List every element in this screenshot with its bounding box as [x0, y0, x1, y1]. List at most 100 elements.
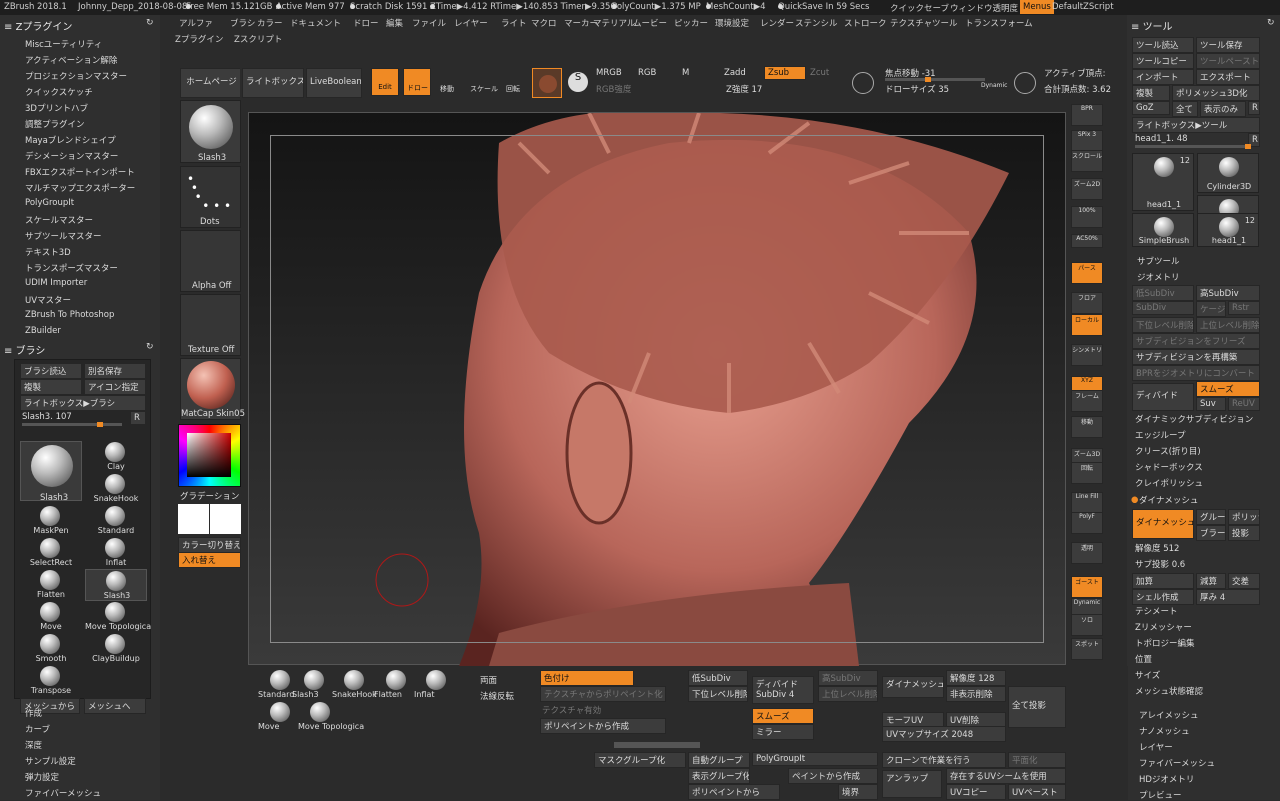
- texture-to-polypaint-button[interactable]: テクスチャからポリペイント化: [540, 686, 666, 702]
- brush-icon-button[interactable]: アイコン指定: [84, 379, 146, 395]
- zsub-button[interactable]: Zsub: [764, 66, 806, 80]
- current-brush-thumb[interactable]: [20, 441, 82, 501]
- brush-lightbox-button[interactable]: ライトボックス▶ブラシ: [20, 395, 146, 411]
- smooth-button-b[interactable]: スムーズ: [752, 708, 814, 724]
- bottom-brush[interactable]: Slash3: [292, 670, 336, 700]
- tool-load-button[interactable]: ツール読込: [1132, 37, 1194, 53]
- refresh-icon[interactable]: ↻: [146, 18, 154, 28]
- unwrap-button[interactable]: アンラップ: [882, 770, 942, 798]
- reconstruct-subdiv-button[interactable]: サブディビジョンを再構築: [1132, 349, 1260, 365]
- tool-save-button[interactable]: ツール保存: [1196, 37, 1260, 53]
- divide-button[interactable]: ディバイド: [1132, 383, 1194, 411]
- menu-item[interactable]: 編集: [386, 17, 403, 29]
- secondary-color-swatch[interactable]: [210, 504, 241, 534]
- rgb-button[interactable]: RGB: [638, 68, 656, 78]
- uv-copy-button[interactable]: UVコピー: [946, 784, 1006, 800]
- tool-slider[interactable]: [1135, 144, 1251, 149]
- higher-subdiv-button[interactable]: 高SubDiv: [1196, 285, 1260, 301]
- left-section-item[interactable]: ファイバーメッシュ: [25, 787, 101, 799]
- brush-load-button[interactable]: ブラシ読込: [20, 363, 82, 379]
- zplugin-item[interactable]: 調整プラグイン: [25, 118, 85, 130]
- refresh-icon[interactable]: ↻: [146, 342, 154, 352]
- geometry-item[interactable]: クリース(折り目): [1135, 445, 1201, 457]
- mrgb-button[interactable]: MRGB: [596, 68, 622, 78]
- export-button[interactable]: エクスポート: [1196, 69, 1260, 85]
- subproject-slider[interactable]: サブ投影 0.6: [1135, 558, 1185, 570]
- rgb-intensity[interactable]: RGB強度: [596, 83, 631, 95]
- higher-subdiv-button-b[interactable]: 高SubDiv: [818, 670, 878, 686]
- quicksave-button[interactable]: クイックセーブ: [890, 2, 949, 14]
- tool-section-item[interactable]: ファイバーメッシュ: [1139, 757, 1215, 769]
- z-intensity[interactable]: Z強度 17: [726, 83, 762, 95]
- resolution-slider[interactable]: 解像度 512: [1135, 542, 1179, 554]
- r-button[interactable]: R: [1248, 101, 1260, 115]
- liveboolean-button[interactable]: LiveBoolean: [306, 68, 362, 98]
- menu-item[interactable]: ファイル: [412, 17, 446, 29]
- from-polypaint-button[interactable]: ポリペイントから: [688, 784, 780, 800]
- right-shelf-button[interactable]: 透明: [1071, 542, 1103, 564]
- left-section-item[interactable]: 作成: [25, 707, 42, 719]
- delete-higher-button-b[interactable]: 上位レベル削除: [818, 686, 878, 702]
- menu-item[interactable]: レイヤー: [454, 17, 488, 29]
- left-section-item[interactable]: 弾力設定: [25, 771, 59, 783]
- brush-item[interactable]: SelectRect: [20, 537, 82, 569]
- tool-title[interactable]: ≡ ツール: [1131, 18, 1173, 33]
- menu-zscript[interactable]: Zスクリプト: [234, 35, 282, 45]
- project-all-button[interactable]: 全て投影: [1008, 686, 1066, 728]
- import-button[interactable]: インポート: [1132, 69, 1194, 85]
- edit-button[interactable]: Edit: [371, 68, 399, 96]
- right-shelf-button[interactable]: Line Fill: [1071, 492, 1103, 514]
- from-paint-button[interactable]: ペイントから作成: [788, 768, 878, 784]
- tool-section-item[interactable]: アレイメッシュ: [1139, 709, 1199, 721]
- subtract-button[interactable]: 減算: [1196, 573, 1226, 589]
- dynamesh-button-b[interactable]: ダイナメッシュ: [882, 676, 944, 698]
- menu-item[interactable]: ドロー: [353, 17, 379, 29]
- menu-item[interactable]: ブラシ: [230, 17, 255, 29]
- polish-button[interactable]: ポリッシュ: [1228, 509, 1260, 525]
- brush-item[interactable]: Flatten: [20, 569, 82, 601]
- right-shelf-button[interactable]: パース: [1071, 262, 1103, 284]
- draw-size[interactable]: ドローサイズ 35: [885, 83, 949, 95]
- color-picker[interactable]: [178, 424, 241, 487]
- bottom-brush[interactable]: Move Topologica: [298, 702, 364, 732]
- reuv-button[interactable]: ReUV: [1228, 397, 1260, 411]
- delete-lower-button[interactable]: 下位レベル削除: [1132, 317, 1194, 333]
- menus-button[interactable]: Menus: [1020, 0, 1054, 14]
- left-section-item[interactable]: サンプル設定: [25, 755, 76, 767]
- right-shelf-button[interactable]: BPR: [1071, 104, 1103, 126]
- tool-slider-label[interactable]: head1_1. 48: [1135, 134, 1188, 144]
- lower-subdiv-button-b[interactable]: 低SubDiv: [688, 670, 748, 686]
- zplugin-item[interactable]: デシメーションマスター: [25, 150, 118, 162]
- zplugin-item[interactable]: 3Dプリントハブ: [25, 102, 88, 114]
- tool-thumb[interactable]: SimpleBrush: [1132, 213, 1194, 247]
- menu-item[interactable]: ムービー: [633, 17, 667, 29]
- rotate-button[interactable]: 回転: [506, 84, 520, 94]
- right-shelf-button[interactable]: スポット: [1071, 638, 1103, 660]
- geometry-item[interactable]: テシメート: [1135, 605, 1178, 617]
- dynamesh-button[interactable]: ダイナメッシュ: [1132, 509, 1194, 539]
- zplugin-item[interactable]: クイックスケッチ: [25, 86, 93, 98]
- zplugin-item[interactable]: テキスト3D: [25, 246, 71, 258]
- tool-paste-button[interactable]: ツールペースト: [1196, 53, 1260, 69]
- zplugin-item[interactable]: UDIM Importer: [25, 278, 87, 288]
- zplugin-item[interactable]: Mayaブレンドシェイプ: [25, 134, 116, 146]
- right-shelf-button[interactable]: AC50%: [1071, 234, 1103, 248]
- geometry-item[interactable]: Zリメッシャー: [1135, 621, 1192, 633]
- subtool-header[interactable]: サブツール: [1137, 255, 1180, 267]
- polygroupit-button[interactable]: PolyGroupIt: [752, 752, 878, 766]
- zplugin-item[interactable]: FBXエクスポートインポート: [25, 166, 135, 178]
- move-button[interactable]: 移動: [440, 84, 454, 94]
- m-button[interactable]: M: [682, 68, 689, 78]
- material-icon[interactable]: [532, 68, 562, 98]
- suv-button[interactable]: Suv: [1196, 397, 1226, 411]
- swap-button[interactable]: 入れ替え: [178, 552, 241, 568]
- right-shelf-button[interactable]: フロア: [1071, 292, 1103, 314]
- zplugin-item[interactable]: ZBrush To Photoshop: [25, 310, 114, 320]
- menu-item[interactable]: アルファ: [179, 17, 213, 29]
- brush-item[interactable]: Inflat: [85, 537, 147, 569]
- brush-item[interactable]: Transpose: [20, 665, 82, 697]
- tool-copy-button[interactable]: ツールコピー: [1132, 53, 1194, 69]
- menu-item[interactable]: テクスチャ: [890, 17, 932, 29]
- double-button[interactable]: 両面: [480, 674, 497, 686]
- bottom-brush[interactable]: Move: [258, 702, 302, 732]
